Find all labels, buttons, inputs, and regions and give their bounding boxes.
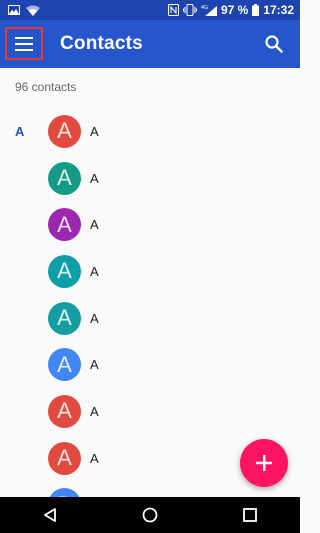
avatar: A <box>48 114 81 148</box>
avatar: A <box>48 301 81 335</box>
avatar: A <box>48 208 81 242</box>
back-icon <box>44 508 56 522</box>
plus-icon <box>256 455 272 471</box>
page-title: Contacts <box>60 33 143 54</box>
network-label: 4G <box>201 5 208 11</box>
list-item[interactable]: A A <box>0 201 300 248</box>
contact-name: A <box>90 123 99 139</box>
section-letter: A <box>15 123 25 139</box>
home-button[interactable] <box>130 497 170 533</box>
recents-button[interactable] <box>230 497 270 533</box>
vibrate-icon <box>182 4 197 16</box>
contact-name: A <box>90 357 99 373</box>
avatar: A <box>48 254 81 288</box>
add-contact-button[interactable] <box>240 439 288 487</box>
list-item[interactable]: A A <box>0 388 300 435</box>
contact-name: A <box>90 403 99 419</box>
status-bar: 4G 97 % 17:32 <box>0 0 300 20</box>
list-item[interactable]: A A <box>0 248 300 295</box>
list-item[interactable]: A A A <box>0 108 300 155</box>
signal-4g-icon: 4G <box>201 4 217 16</box>
list-item[interactable]: A A <box>0 341 300 388</box>
status-left <box>8 5 40 16</box>
battery-percent: 97 % <box>220 3 249 17</box>
image-icon <box>8 5 20 15</box>
contact-name: A <box>90 217 99 233</box>
contact-name: A <box>90 450 99 466</box>
hamburger-menu-icon <box>15 36 33 51</box>
avatar: A <box>48 161 81 195</box>
search-icon <box>265 35 283 53</box>
contact-name: A <box>90 310 99 326</box>
menu-button[interactable] <box>5 27 43 60</box>
nfc-icon <box>167 4 179 16</box>
home-icon <box>142 507 158 523</box>
recents-icon <box>243 508 257 522</box>
avatar: A <box>48 394 81 428</box>
list-item[interactable]: A A <box>0 155 300 202</box>
app-bar: Contacts <box>0 20 300 68</box>
battery-icon <box>252 4 260 16</box>
contact-name: A <box>90 170 99 186</box>
contact-name: A <box>90 263 99 279</box>
status-time: 17:32 <box>263 3 294 17</box>
avatar: A <box>48 348 81 382</box>
avatar: A <box>48 441 81 475</box>
search-button[interactable] <box>262 32 286 56</box>
back-button[interactable] <box>30 497 70 533</box>
contact-count: 96 contacts <box>15 80 77 94</box>
status-right: 4G 97 % 17:32 <box>167 3 294 17</box>
list-item[interactable]: A A <box>0 295 300 342</box>
wifi-icon <box>26 5 40 16</box>
nav-bar <box>0 497 300 533</box>
